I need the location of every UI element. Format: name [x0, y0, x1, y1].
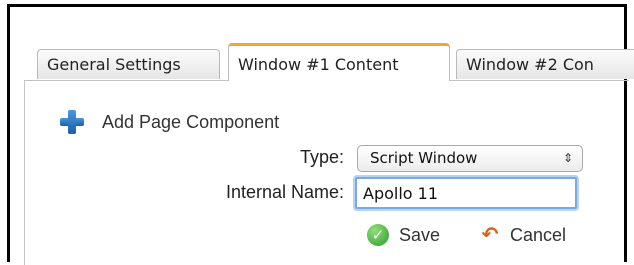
plus-icon [60, 110, 84, 134]
select-arrows-icon: ⇕ [562, 151, 573, 165]
internal-name-label: Internal Name: [225, 182, 344, 202]
tab-window-1-content[interactable]: Window #1 Content [228, 43, 450, 81]
type-label: Type: [299, 147, 344, 167]
save-button[interactable]: ✓ Save [367, 221, 440, 249]
tab-general-settings[interactable]: General Settings [37, 49, 220, 79]
cancel-button[interactable]: ↶ Cancel [480, 221, 566, 249]
undo-arrow-icon: ↶ [481, 224, 499, 246]
type-select-value: Script Window [370, 149, 478, 167]
type-select[interactable]: Script Window ⇕ [357, 145, 583, 172]
tab-window-2-content[interactable]: Window #2 Con [456, 49, 634, 79]
tab-bar: General Settings Window #1 Content Windo… [26, 43, 634, 81]
add-page-component-label: Add Page Component [102, 111, 280, 132]
add-page-component-link[interactable]: Add Page Component [60, 110, 279, 134]
internal-name-input[interactable] [355, 177, 577, 209]
cancel-label: Cancel [510, 224, 567, 245]
panel-left-border [24, 80, 25, 265]
check-icon: ✓ [367, 224, 389, 246]
save-label: Save [399, 224, 441, 245]
